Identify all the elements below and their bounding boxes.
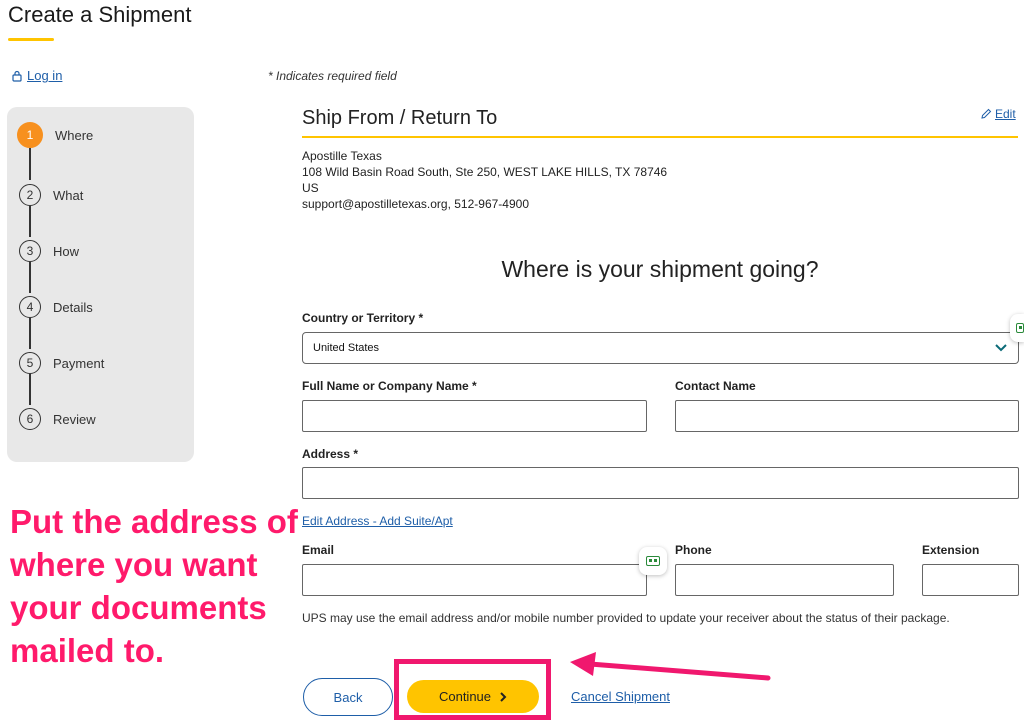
step-label: Details bbox=[53, 299, 93, 315]
id-card-icon[interactable] bbox=[639, 547, 667, 575]
ship-from-name: Apostille Texas bbox=[302, 149, 382, 163]
back-button[interactable]: Back bbox=[303, 678, 393, 716]
login-label[interactable]: Log in bbox=[27, 68, 62, 83]
page-title: Create a Shipment bbox=[8, 2, 192, 27]
step-connector bbox=[29, 374, 31, 405]
edit-label[interactable]: Edit bbox=[995, 107, 1016, 121]
destination-question: Where is your shipment going? bbox=[501, 256, 819, 282]
step-number: 6 bbox=[19, 408, 41, 430]
required-note: * Indicates required field bbox=[268, 69, 397, 83]
extension-label: Extension bbox=[922, 543, 980, 557]
progress-stepper: 1 Where 2 What 3 How 4 Details 5 Payment… bbox=[7, 107, 194, 462]
step-details[interactable]: 4 Details bbox=[19, 296, 93, 318]
edit-ship-from-link[interactable]: Edit bbox=[980, 107, 1016, 121]
country-select[interactable]: United States bbox=[302, 332, 1019, 364]
step-label: Where bbox=[55, 127, 94, 143]
step-number: 5 bbox=[19, 352, 41, 374]
step-payment[interactable]: 5 Payment bbox=[19, 352, 104, 374]
annotation-text: Put the address of where you want your d… bbox=[10, 503, 298, 669]
step-number: 3 bbox=[19, 240, 41, 262]
step-how[interactable]: 3 How bbox=[19, 240, 79, 262]
step-number: 4 bbox=[19, 296, 41, 318]
chevron-right-icon bbox=[500, 691, 507, 702]
ship-from-country: US bbox=[302, 181, 319, 195]
step-connector bbox=[29, 318, 31, 349]
phone-label: Phone bbox=[675, 543, 712, 557]
step-connector bbox=[29, 147, 31, 180]
full-name-label: Full Name or Company Name * bbox=[302, 379, 477, 393]
privacy-notice: UPS may use the email address and/or mob… bbox=[302, 611, 950, 625]
title-underline bbox=[8, 38, 54, 41]
section-divider bbox=[302, 136, 1018, 138]
step-label: Payment bbox=[53, 355, 105, 371]
extension-input[interactable] bbox=[922, 564, 1019, 596]
continue-button[interactable]: Continue bbox=[407, 680, 539, 713]
country-value: United States bbox=[313, 342, 380, 354]
edit-address-link[interactable]: Edit Address - Add Suite/Apt bbox=[302, 514, 453, 528]
arrow-icon bbox=[570, 652, 771, 681]
lock-icon bbox=[12, 70, 22, 82]
email-input[interactable] bbox=[302, 564, 647, 596]
country-label: Country or Territory * bbox=[302, 311, 424, 325]
step-label: How bbox=[53, 243, 80, 259]
step-number: 1 bbox=[17, 122, 43, 148]
address-label: Address * bbox=[302, 447, 359, 461]
id-card-icon[interactable] bbox=[1010, 314, 1024, 342]
step-number: 2 bbox=[19, 184, 41, 206]
email-label: Email bbox=[302, 543, 335, 557]
step-connector bbox=[29, 206, 31, 237]
chevron-down-icon bbox=[995, 344, 1007, 352]
contact-name-label: Contact Name bbox=[675, 379, 756, 393]
continue-label: Continue bbox=[438, 689, 492, 704]
login-link[interactable]: Log in bbox=[12, 68, 62, 83]
phone-input[interactable] bbox=[675, 564, 894, 596]
full-name-input[interactable] bbox=[302, 400, 647, 432]
ship-from-street: 108 Wild Basin Road South, Ste 250, WEST… bbox=[302, 165, 668, 179]
step-label: What bbox=[53, 187, 84, 203]
ship-from-contact: support@apostilletexas.org, 512-967-4900 bbox=[302, 197, 529, 211]
pencil-icon bbox=[981, 108, 992, 119]
contact-name-input[interactable] bbox=[675, 400, 1019, 432]
step-label: Review bbox=[53, 411, 96, 427]
step-where[interactable]: 1 Where bbox=[17, 122, 94, 148]
ship-from-title: Ship From / Return To bbox=[302, 107, 498, 129]
cancel-shipment-link[interactable]: Cancel Shipment bbox=[571, 689, 670, 704]
step-review[interactable]: 6 Review bbox=[19, 408, 96, 430]
address-input[interactable] bbox=[302, 467, 1019, 499]
step-connector bbox=[29, 262, 31, 293]
step-what[interactable]: 2 What bbox=[19, 184, 83, 206]
